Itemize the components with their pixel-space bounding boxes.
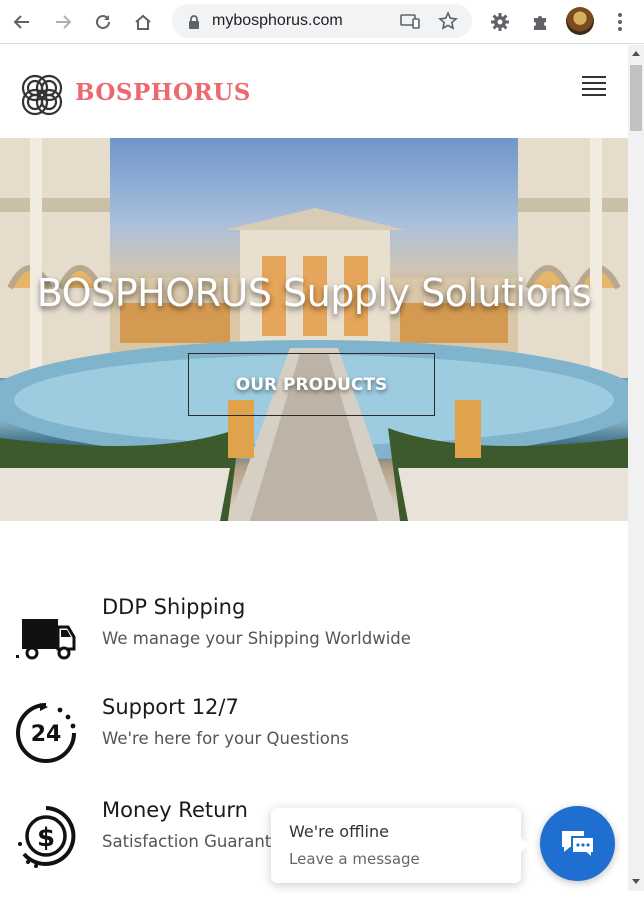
scroll-up-arrow-icon[interactable] [632,51,640,56]
star-icon[interactable] [438,11,458,35]
chat-offline-bubble[interactable]: We're offline Leave a message [271,808,528,883]
forward-arrow-icon[interactable] [49,8,77,36]
cast-icon[interactable] [400,13,420,33]
feature-title: Money Return [102,798,248,822]
logo-mark-icon[interactable] [16,69,68,121]
svg-text:24: 24 [31,722,62,747]
chat-status: We're offline [289,822,389,841]
feature-description: We're here for your Questions [102,729,349,748]
svg-text:$: $ [37,823,55,853]
address-bar[interactable]: mybosphorus.com [172,4,472,38]
hero-background-image [0,138,628,521]
scroll-thumb[interactable] [630,65,642,131]
lock-icon [188,14,200,33]
feature-item: 24 Support 12/7 We're here for your Ques… [0,695,628,775]
logo-text[interactable]: BOSPHORUS [75,79,251,106]
reload-icon[interactable] [89,8,117,36]
truck-icon [14,601,78,665]
chat-launcher-button[interactable] [540,806,615,881]
feature-title: Support 12/7 [102,695,239,719]
hero-title: BOSPHORUS Supply Solutions [36,271,592,315]
feature-description: Satisfaction Guarantee [102,832,292,851]
browser-toolbar: mybosphorus.com [0,0,644,44]
back-arrow-icon[interactable] [8,8,36,36]
gear-extension-icon[interactable] [486,8,514,36]
feature-item: DDP Shipping We manage your Shipping Wor… [0,595,628,675]
puzzle-extensions-icon[interactable] [526,8,554,36]
page-scrollbar[interactable] [628,45,644,891]
support-24-icon: 24 [14,701,78,765]
chat-leave-message[interactable]: Leave a message [289,850,420,868]
chat-icon [561,830,595,860]
scroll-down-arrow-icon[interactable] [632,879,640,884]
money-return-icon: $ [14,804,78,868]
page-viewport: BOSPHORUS BOSPHORUS Supply Solutions OUR… [0,45,628,901]
feature-description: We manage your Shipping Worldwide [102,629,411,648]
our-products-button[interactable]: OUR PRODUCTS [188,353,435,416]
profile-avatar[interactable] [566,7,594,35]
feature-title: DDP Shipping [102,595,246,619]
hamburger-icon[interactable] [582,76,606,96]
home-icon[interactable] [129,8,157,36]
url-text: mybosphorus.com [212,12,343,29]
hero-banner: BOSPHORUS Supply Solutions OUR PRODUCTS [0,138,628,521]
kebab-menu-icon[interactable] [606,8,634,36]
site-header: BOSPHORUS [0,45,628,138]
